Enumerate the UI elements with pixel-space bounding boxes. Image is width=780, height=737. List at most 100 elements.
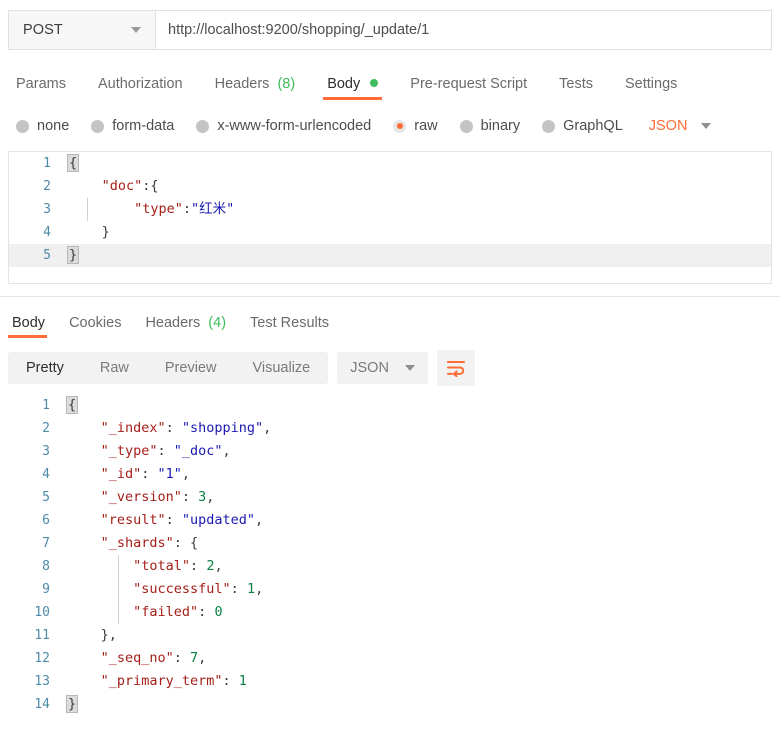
radio-icon — [91, 120, 104, 133]
view-mode-raw[interactable]: Raw — [82, 352, 147, 384]
tab-authorization[interactable]: Authorization — [82, 77, 199, 101]
view-mode-raw-label: Raw — [100, 360, 129, 376]
chevron-down-icon — [701, 123, 711, 129]
response-tab-headers-count: (4) — [208, 315, 226, 331]
response-body-code[interactable]: 1{2 "_index": "shopping",3 "_type": "_do… — [8, 394, 772, 716]
chevron-down-icon — [405, 365, 415, 371]
view-mode-pretty[interactable]: Pretty — [8, 352, 82, 384]
request-tabs: Params Authorization Headers (8) Body Pr… — [8, 66, 772, 100]
line-number: 6 — [8, 509, 64, 532]
line-number: 10 — [8, 601, 64, 624]
code-text: "result": "updated", — [64, 509, 263, 532]
code-text: "total": 2, — [64, 555, 223, 578]
tab-headers[interactable]: Headers (8) — [199, 77, 312, 101]
code-text: "_version": 3, — [64, 486, 214, 509]
body-type-raw[interactable]: raw — [393, 118, 437, 134]
code-line: 12 "_seq_no": 7, — [8, 647, 772, 670]
body-type-binary[interactable]: binary — [460, 118, 521, 134]
raw-language-select[interactable]: JSON — [649, 118, 712, 134]
view-mode-pretty-label: Pretty — [26, 360, 64, 376]
response-tabs: Body Cookies Headers (4) Test Results — [8, 308, 772, 338]
code-text: } — [65, 221, 110, 244]
body-type-graphql-label: GraphQL — [563, 118, 623, 134]
response-view-toolbar: Pretty Raw Preview Visualize JSON — [8, 350, 772, 386]
tab-authorization-label: Authorization — [98, 76, 183, 92]
body-type-none-label: none — [37, 118, 69, 134]
line-number: 13 — [8, 670, 64, 693]
request-body-editor[interactable]: 1{2 "doc":{3 "type":"红米"4 }5} — [8, 151, 772, 284]
word-wrap-toggle[interactable] — [437, 350, 475, 386]
tab-params[interactable]: Params — [8, 77, 82, 101]
code-line: 2 "doc":{ — [9, 175, 771, 198]
code-line: 9 "successful": 1, — [8, 578, 772, 601]
response-view-modes: Pretty Raw Preview Visualize — [8, 352, 328, 384]
response-tab-test-results[interactable]: Test Results — [238, 316, 341, 339]
code-line: 1{ — [8, 394, 772, 417]
request-body-code[interactable]: 1{2 "doc":{3 "type":"红米"4 }5} — [9, 152, 771, 267]
tab-params-label: Params — [16, 76, 66, 92]
line-number: 3 — [9, 198, 65, 221]
tab-pre-request-script-label: Pre-request Script — [410, 76, 527, 92]
response-tab-body[interactable]: Body — [8, 316, 57, 339]
postman-window: POST http://localhost:9200/shopping/_upd… — [0, 0, 780, 737]
line-number: 3 — [8, 440, 64, 463]
body-type-selector: none form-data x-www-form-urlencoded raw… — [8, 111, 772, 141]
code-text: "doc":{ — [65, 175, 158, 198]
response-tab-test-results-label: Test Results — [250, 315, 329, 331]
request-url-text: http://localhost:9200/shopping/_update/1 — [168, 22, 429, 38]
response-tab-cookies[interactable]: Cookies — [57, 316, 133, 339]
code-line: 7 "_shards": { — [8, 532, 772, 555]
body-type-graphql[interactable]: GraphQL — [542, 118, 623, 134]
response-format-label: JSON — [350, 360, 389, 376]
code-line: 4 } — [9, 221, 771, 244]
line-number: 1 — [9, 152, 65, 175]
code-line: 8 "total": 2, — [8, 555, 772, 578]
response-tab-headers-label: Headers — [145, 315, 200, 331]
code-text: "successful": 1, — [64, 578, 263, 601]
tab-settings-label: Settings — [625, 76, 677, 92]
response-body-viewer[interactable]: 1{2 "_index": "shopping",3 "_type": "_do… — [8, 394, 772, 716]
line-number: 14 — [8, 693, 64, 716]
body-type-urlencoded[interactable]: x-www-form-urlencoded — [196, 118, 371, 134]
response-tab-cookies-label: Cookies — [69, 315, 121, 331]
body-modified-dot-icon — [370, 79, 378, 87]
section-divider — [0, 296, 780, 297]
tab-settings[interactable]: Settings — [609, 77, 693, 101]
body-type-urlencoded-label: x-www-form-urlencoded — [217, 118, 371, 134]
tab-tests[interactable]: Tests — [543, 77, 609, 101]
code-line: 11 }, — [8, 624, 772, 647]
code-text: "_seq_no": 7, — [64, 647, 206, 670]
line-number: 8 — [8, 555, 64, 578]
line-number: 12 — [8, 647, 64, 670]
response-tab-headers[interactable]: Headers (4) — [133, 316, 238, 339]
request-url-bar: POST http://localhost:9200/shopping/_upd… — [8, 10, 772, 50]
code-text: }, — [64, 624, 117, 647]
line-number: 7 — [8, 532, 64, 555]
tab-body-label: Body — [327, 76, 360, 92]
http-method-select[interactable]: POST — [8, 10, 156, 50]
code-line: 3 "type":"红米" — [9, 198, 771, 221]
line-number: 1 — [8, 394, 64, 417]
response-format-select[interactable]: JSON — [337, 352, 428, 384]
request-url-input[interactable]: http://localhost:9200/shopping/_update/1 — [156, 10, 772, 50]
code-text: "_id": "1", — [64, 463, 190, 486]
code-line: 13 "_primary_term": 1 — [8, 670, 772, 693]
code-text: { — [65, 152, 77, 175]
line-number: 11 — [8, 624, 64, 647]
code-line: 2 "_index": "shopping", — [8, 417, 772, 440]
tab-pre-request-script[interactable]: Pre-request Script — [394, 77, 543, 101]
code-line: 6 "result": "updated", — [8, 509, 772, 532]
code-text: } — [64, 693, 76, 716]
view-mode-visualize[interactable]: Visualize — [234, 352, 328, 384]
body-type-none[interactable]: none — [16, 118, 69, 134]
code-line: 1{ — [9, 152, 771, 175]
tab-headers-count: (8) — [277, 76, 295, 92]
body-type-form-data[interactable]: form-data — [91, 118, 174, 134]
code-line: 10 "failed": 0 — [8, 601, 772, 624]
view-mode-preview[interactable]: Preview — [147, 352, 235, 384]
body-type-raw-label: raw — [414, 118, 437, 134]
line-number: 4 — [9, 221, 65, 244]
line-number: 2 — [9, 175, 65, 198]
word-wrap-icon — [446, 359, 466, 377]
tab-body[interactable]: Body — [311, 77, 394, 101]
